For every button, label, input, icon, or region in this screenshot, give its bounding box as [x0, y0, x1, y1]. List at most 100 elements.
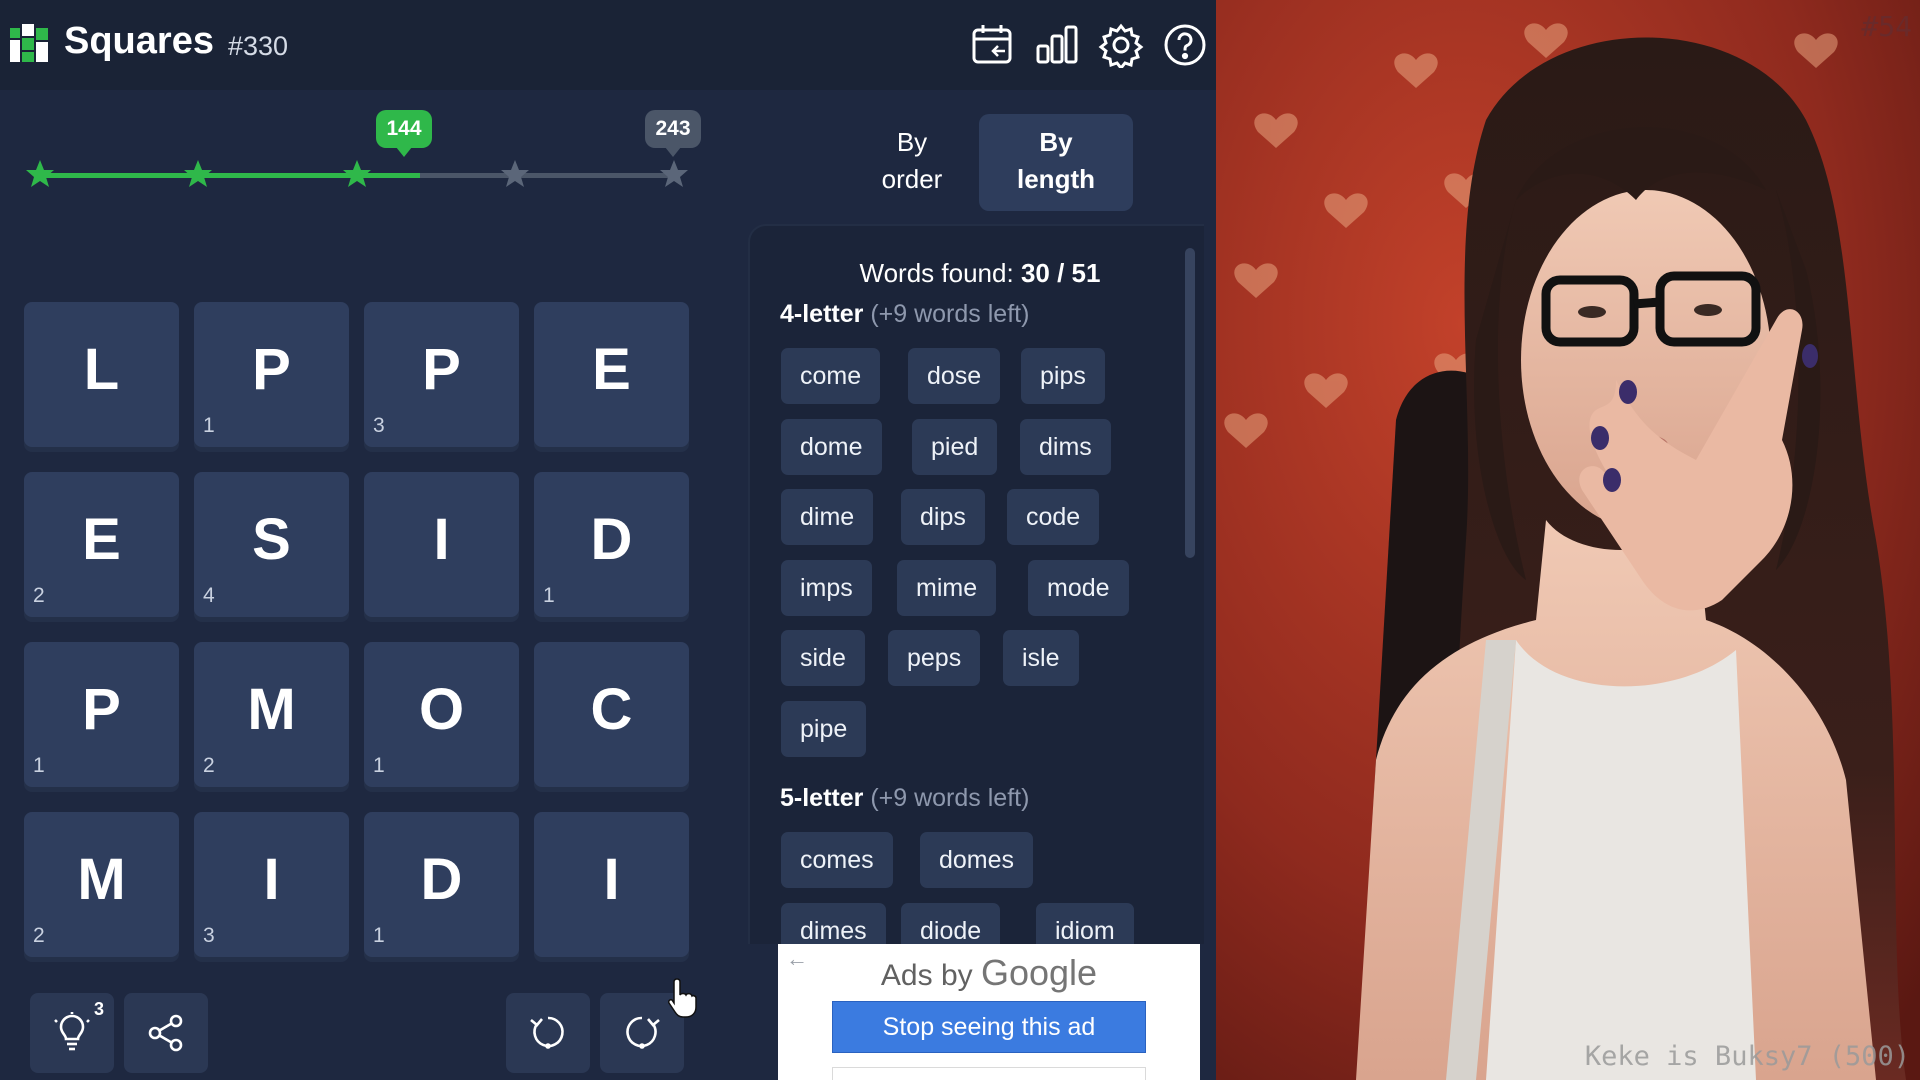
group-length-label: 4-letter [780, 300, 864, 328]
letter-tile[interactable]: M2 [24, 812, 179, 962]
app-title: Squares [64, 20, 214, 62]
group-remaining-label: (+9 words left) [870, 784, 1030, 812]
stop-seeing-ad-button[interactable]: Stop seeing this ad [832, 1001, 1146, 1053]
help-icon[interactable] [1162, 22, 1208, 68]
app-root: Squares #330 144 243 L P 1 P 3 E E 2 S 4… [0, 0, 1920, 1080]
word-chip[interactable]: comes [781, 832, 893, 888]
word-chip[interactable]: pipe [781, 701, 867, 757]
word-chip[interactable]: domes [920, 832, 1034, 888]
tile-letter: D [590, 507, 633, 572]
tile-letter: E [82, 507, 121, 572]
tile-count: 4 [203, 584, 215, 607]
word-chip[interactable]: dimes [781, 903, 886, 944]
letter-tile[interactable]: L [24, 302, 179, 452]
puzzle-number: #330 [228, 31, 289, 61]
word-chip[interactable]: dime [781, 489, 874, 545]
word-chip[interactable]: isle [1003, 630, 1079, 686]
rotate-left-icon [530, 1016, 564, 1049]
group-length-label: 5-letter [780, 784, 864, 812]
score-progress: 144 243 [0, 100, 720, 200]
ad-banner: ← Ads by Google Stop seeing this ad [778, 944, 1200, 1080]
words-scrollbar[interactable] [1185, 248, 1195, 558]
letter-tile[interactable]: I3 [194, 812, 349, 962]
gear-icon[interactable] [1098, 22, 1144, 71]
mouse-cursor-icon [668, 978, 697, 1018]
tile-count: 3 [203, 924, 215, 947]
tile-letter: I [263, 847, 280, 912]
letter-tile[interactable]: C [534, 642, 689, 792]
letter-tile[interactable]: O1 [364, 642, 519, 792]
sort-by-length-button[interactable]: By length [979, 114, 1133, 211]
letter-tile[interactable]: S4 [194, 472, 349, 622]
word-chip[interactable]: pips [1021, 348, 1105, 404]
webcam-tag: #54 [1861, 10, 1912, 43]
word-chip[interactable]: mode [1028, 560, 1129, 616]
tile-letter: E [592, 337, 631, 402]
share-button[interactable] [124, 993, 208, 1073]
tile-letter: D [420, 847, 463, 912]
letter-tile[interactable]: D1 [364, 812, 519, 962]
tile-letter: L [83, 337, 120, 402]
tile-letter: O [418, 677, 465, 742]
word-chip[interactable]: peps [888, 630, 981, 686]
tile-count: 3 [373, 414, 385, 437]
webcam-caption: Keke is Buksy7 (500) [1584, 1041, 1910, 1072]
tile-count: 2 [33, 584, 45, 607]
progress-star-icon [184, 160, 212, 187]
letter-grid: L P1 P3 E E2 S4 I D1 P1 M2 O1 C M2 I3 D1… [24, 302, 696, 964]
progress-fill-partial [370, 173, 420, 178]
group-title-4-letter: 4-letter (+9 words left) [780, 300, 1029, 329]
letter-tile[interactable]: D1 [534, 472, 689, 622]
ad-attribution: Ads by Google [778, 952, 1200, 994]
letter-tile[interactable]: P3 [364, 302, 519, 452]
progress-star-icon [26, 160, 54, 187]
ad-label-brand: Google [980, 952, 1098, 993]
rotate-right-icon [626, 1016, 660, 1049]
word-chip[interactable]: mime [897, 560, 997, 616]
webcam-image [1216, 0, 1920, 1080]
word-chip[interactable]: imps [781, 560, 872, 616]
rotate-left-button[interactable] [506, 993, 590, 1073]
letter-tile[interactable]: P1 [194, 302, 349, 452]
ad-label-prefix: Ads by [880, 959, 973, 992]
words-found-count: 30 / 51 [1020, 258, 1101, 288]
word-chip[interactable]: come [781, 348, 881, 404]
found-words-panel: Words found: 30 / 51 4-letter (+9 words … [748, 224, 1204, 944]
letter-tile[interactable]: M2 [194, 642, 349, 792]
hint-count-badge: 3 [94, 999, 105, 1019]
letter-tile[interactable]: E [534, 302, 689, 452]
ad-feedback-box [832, 1067, 1146, 1080]
word-chip[interactable]: dips [901, 489, 985, 545]
sort-by-order-label-1: By [896, 127, 928, 157]
word-chip[interactable]: diode [901, 903, 1001, 944]
sort-by-length-label-1: By [1039, 127, 1073, 157]
group-title-5-letter: 5-letter (+9 words left) [780, 784, 1029, 813]
progress-star-icon [501, 160, 529, 187]
tile-letter: M [77, 847, 126, 912]
word-chip[interactable]: idiom [1036, 903, 1134, 944]
words-found-label: Words found: [859, 258, 1014, 288]
lightbulb-icon [54, 1012, 90, 1051]
word-chip[interactable]: dose [908, 348, 1001, 404]
tile-count: 1 [373, 924, 385, 947]
letter-tile[interactable]: I [364, 472, 519, 622]
word-chip[interactable]: dome [781, 419, 882, 475]
word-chip[interactable]: code [1007, 489, 1100, 545]
letter-tile[interactable]: I [534, 812, 689, 962]
word-chip[interactable]: dims [1020, 419, 1111, 475]
tile-letter: P [422, 337, 461, 402]
sort-by-order-button[interactable]: By order [835, 114, 989, 211]
max-score-badge: 243 [645, 110, 701, 157]
tile-count: 1 [373, 754, 385, 777]
word-chip[interactable]: side [781, 630, 865, 686]
tile-letter: I [603, 847, 620, 912]
tile-count: 1 [543, 584, 555, 607]
calendar-icon[interactable] [970, 22, 1016, 68]
sort-by-order-label-2: order [881, 164, 943, 194]
letter-tile[interactable]: P1 [24, 642, 179, 792]
stats-icon[interactable] [1034, 22, 1080, 68]
word-chip[interactable]: pied [912, 419, 998, 475]
letter-tile[interactable]: E2 [24, 472, 179, 622]
progress-star-icon [660, 160, 688, 187]
tile-count: 2 [33, 924, 45, 947]
